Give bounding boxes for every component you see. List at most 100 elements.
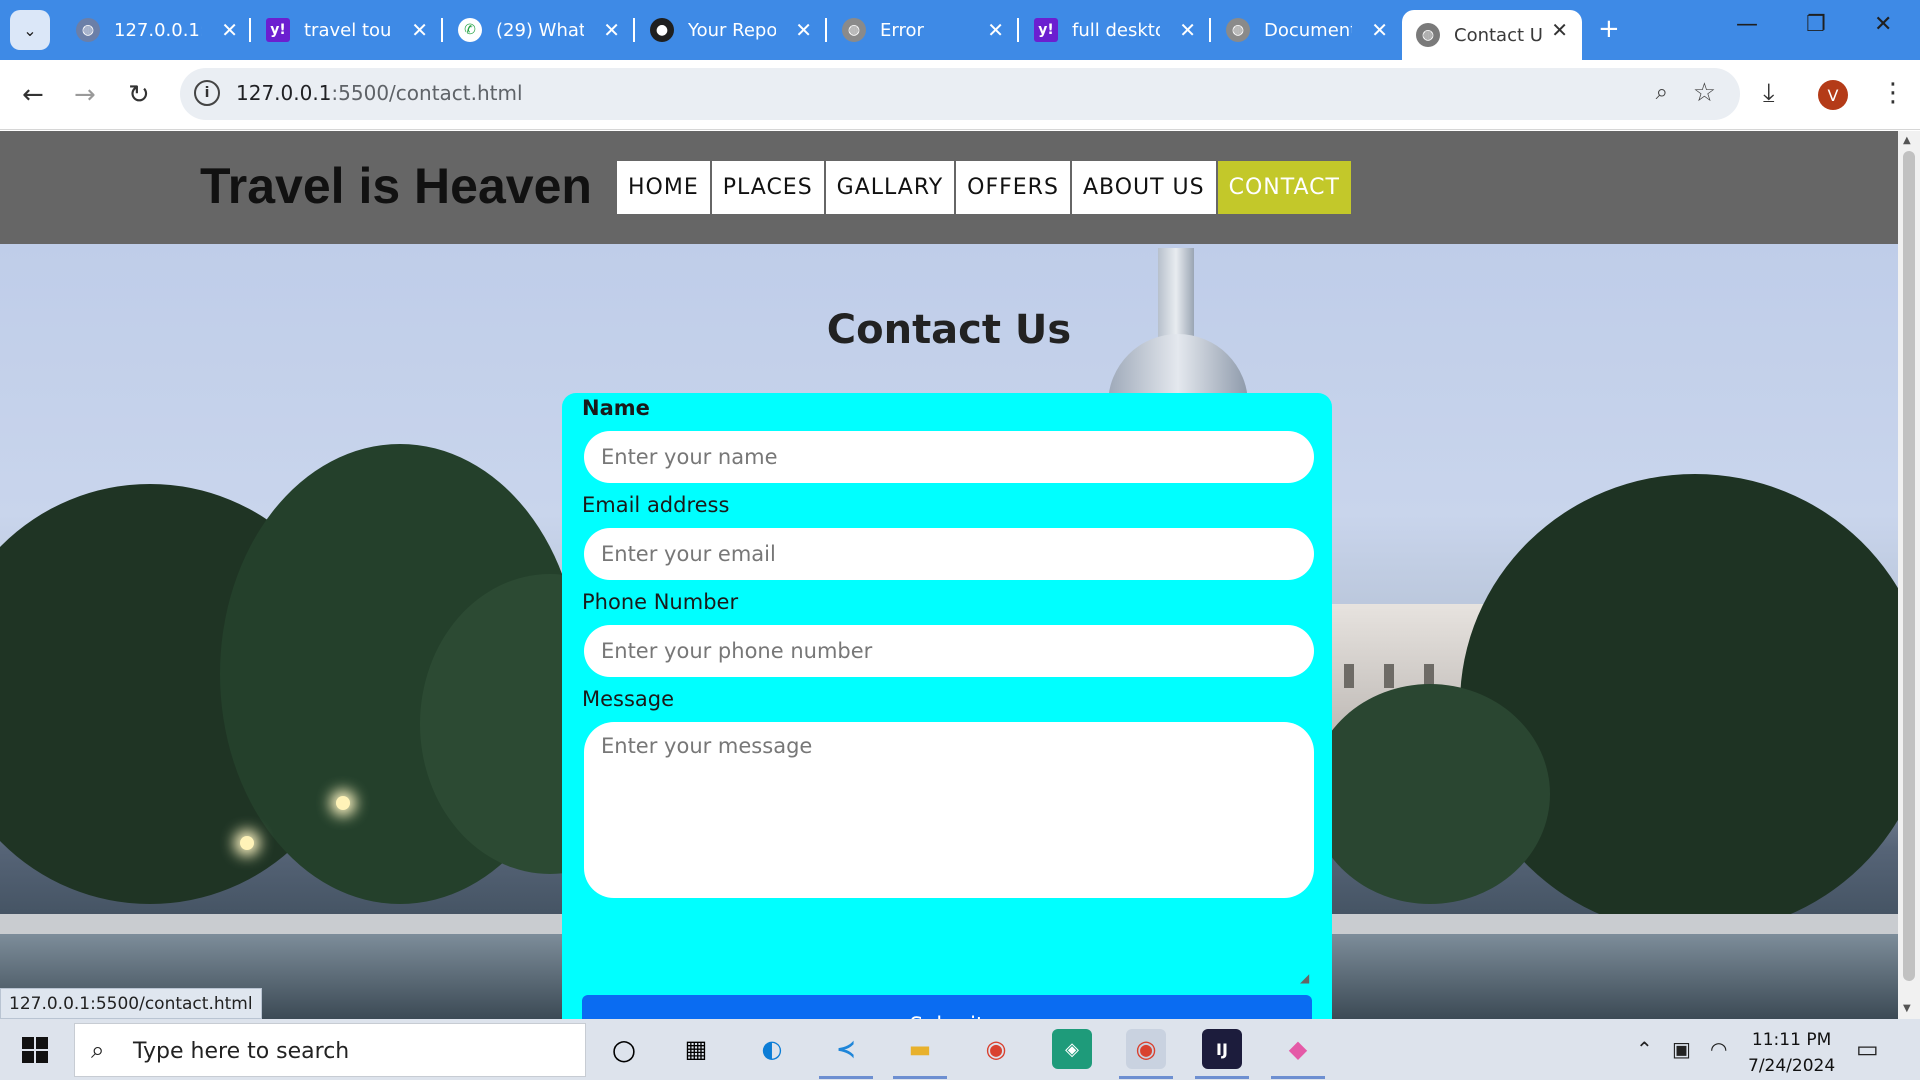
taskbar-clock[interactable]: 11:11 PM 7/24/2024 — [1748, 1027, 1835, 1079]
url-path: :5500/contact.html — [331, 81, 523, 105]
globe-icon: ◍ — [1416, 23, 1440, 47]
message-label: Message — [582, 687, 675, 711]
bookmark-star-icon[interactable]: ☆ — [1693, 78, 1716, 108]
nav-offers[interactable]: OFFERS — [956, 161, 1070, 214]
forward-arrow-icon[interactable]: → — [74, 80, 96, 110]
nav-about-us[interactable]: ABOUT US — [1071, 161, 1216, 214]
tray-chevron-up-icon[interactable]: ⌃ — [1636, 1037, 1653, 1061]
close-icon[interactable]: ✕ — [221, 18, 238, 42]
task-view-icon[interactable]: ▦ — [676, 1029, 716, 1069]
github-icon: ● — [650, 18, 674, 42]
back-arrow-icon[interactable]: ← — [22, 80, 44, 110]
intellij-icon[interactable]: IJ — [1202, 1029, 1242, 1069]
site-info-icon[interactable]: i — [194, 80, 220, 106]
close-icon[interactable]: ✕ — [603, 18, 620, 42]
file-explorer-icon[interactable]: ▬ — [900, 1029, 940, 1069]
new-tab-plus-icon[interactable]: + — [1598, 14, 1620, 44]
browser-tab[interactable]: ◍ Error ✕ — [825, 10, 1018, 50]
tray-app-icon[interactable]: ▣ — [1672, 1037, 1691, 1061]
page-scrollbar[interactable]: ▲ ▼ — [1898, 131, 1920, 1019]
globe-icon: ◍ — [842, 18, 866, 42]
site-nav: HOME PLACES GALLARY OFFERS ABOUT US CONT… — [617, 161, 1353, 214]
name-input[interactable] — [584, 431, 1314, 483]
tab-title: travel tour — [304, 19, 392, 41]
browser-tab[interactable]: ◍ 127.0.0.1:5 ✕ — [62, 10, 252, 50]
search-icon: ⌕ — [91, 1036, 105, 1064]
close-icon[interactable]: ✕ — [987, 18, 1004, 42]
url-host: 127.0.0.1 — [236, 81, 332, 105]
browser-toolbar: ← → ↻ i 127.0.0.1:5500/contact.html ⌕ ☆ — [0, 60, 1920, 130]
nav-places[interactable]: PLACES — [711, 161, 824, 214]
phone-input[interactable] — [584, 625, 1314, 677]
tab-separator — [249, 18, 251, 42]
nav-contact[interactable]: CONTACT — [1217, 161, 1351, 214]
browser-tab[interactable]: ● Your Repo ✕ — [633, 10, 826, 50]
close-icon[interactable]: ✕ — [411, 18, 428, 42]
minimize-icon[interactable]: — — [1736, 12, 1758, 37]
download-icon[interactable]: ⤓ — [1763, 78, 1775, 109]
site-brand[interactable]: Travel is Heaven — [200, 157, 592, 215]
tab-separator — [441, 18, 443, 42]
zoom-icon[interactable]: ⌕ — [1656, 80, 1668, 105]
yahoo-icon: y! — [1034, 18, 1058, 42]
tab-search-button[interactable]: ⌄ — [10, 10, 50, 50]
globe-icon: ◍ — [76, 18, 100, 42]
scroll-down-arrow-icon[interactable]: ▼ — [1903, 1003, 1911, 1014]
reload-icon[interactable]: ↻ — [128, 80, 150, 110]
message-textarea[interactable] — [584, 722, 1314, 898]
tab-title: Document — [1264, 19, 1352, 41]
scroll-up-arrow-icon[interactable]: ▲ — [1903, 135, 1911, 146]
chrome-icon[interactable]: ◉ — [1126, 1029, 1166, 1069]
chrome-icon[interactable]: ◉ — [976, 1029, 1016, 1069]
site-header: Travel is Heaven HOME PLACES GALLARY OFF… — [0, 131, 1898, 244]
browser-tab[interactable]: ✆ (29) Whats ✕ — [441, 10, 634, 50]
tab-title: full deskto — [1072, 19, 1160, 41]
browser-menu-icon[interactable]: ⋮ — [1880, 78, 1906, 108]
tab-separator — [1209, 18, 1211, 42]
globe-icon: ◍ — [1226, 18, 1250, 42]
close-icon[interactable]: ✕ — [1551, 18, 1568, 42]
scrollbar-thumb[interactable] — [1903, 151, 1915, 981]
edge-icon[interactable]: ◐ — [752, 1029, 792, 1069]
browser-tab-strip: ⌄ ◍ 127.0.0.1:5 ✕ y! travel tour ✕ ✆ (29… — [0, 0, 1920, 60]
address-bar[interactable]: i 127.0.0.1:5500/contact.html ⌕ ☆ — [180, 68, 1740, 120]
tab-title: 127.0.0.1:5 — [114, 19, 202, 41]
running-indicator — [819, 1076, 873, 1079]
wifi-icon[interactable]: ◠ — [1710, 1037, 1727, 1061]
window-close-icon[interactable]: ✕ — [1874, 12, 1892, 37]
browser-tab-active[interactable]: ◍ Contact Us ✕ — [1402, 10, 1582, 60]
running-indicator — [1271, 1076, 1325, 1079]
tab-title: Error — [880, 19, 924, 41]
running-indicator — [1195, 1076, 1249, 1079]
restore-icon[interactable]: ❐ — [1806, 12, 1826, 37]
windows-start-icon[interactable] — [22, 1037, 48, 1063]
address-bar-url[interactable]: 127.0.0.1:5500/contact.html — [236, 81, 523, 105]
browser-tab[interactable]: ◍ Document ✕ — [1209, 10, 1402, 50]
taskbar-search-placeholder: Type here to search — [133, 1039, 350, 1064]
name-label: Name — [582, 396, 650, 420]
clock-date: 7/24/2024 — [1748, 1056, 1836, 1076]
submit-button[interactable]: Submit — [582, 995, 1312, 1019]
email-input[interactable] — [584, 528, 1314, 580]
nav-home[interactable]: HOME — [617, 161, 710, 214]
profile-avatar[interactable]: V — [1818, 80, 1848, 110]
tree — [1460, 474, 1898, 934]
close-icon[interactable]: ✕ — [795, 18, 812, 42]
close-icon[interactable]: ✕ — [1179, 18, 1196, 42]
cortana-icon[interactable]: ○ — [604, 1029, 644, 1069]
yahoo-icon: y! — [266, 18, 290, 42]
browser-tab[interactable]: y! full deskto ✕ — [1017, 10, 1210, 50]
browser-tab[interactable]: y! travel tour ✕ — [249, 10, 442, 50]
notification-icon[interactable]: ▭ — [1856, 1035, 1879, 1063]
tab-separator — [633, 18, 635, 42]
app-icon[interactable]: ◈ — [1052, 1029, 1092, 1069]
close-icon[interactable]: ✕ — [1371, 18, 1388, 42]
vscode-icon[interactable]: ≺ — [826, 1029, 866, 1069]
resize-handle-icon[interactable]: ◢ — [1300, 971, 1309, 985]
app-icon[interactable]: ◆ — [1278, 1029, 1318, 1069]
taskbar-search-box[interactable]: ⌕ Type here to search — [74, 1023, 586, 1077]
tab-separator — [1017, 18, 1019, 42]
nav-gallary[interactable]: GALLARY — [825, 161, 955, 214]
page-viewport: Travel is Heaven HOME PLACES GALLARY OFF… — [0, 131, 1898, 1019]
window — [1384, 664, 1394, 688]
